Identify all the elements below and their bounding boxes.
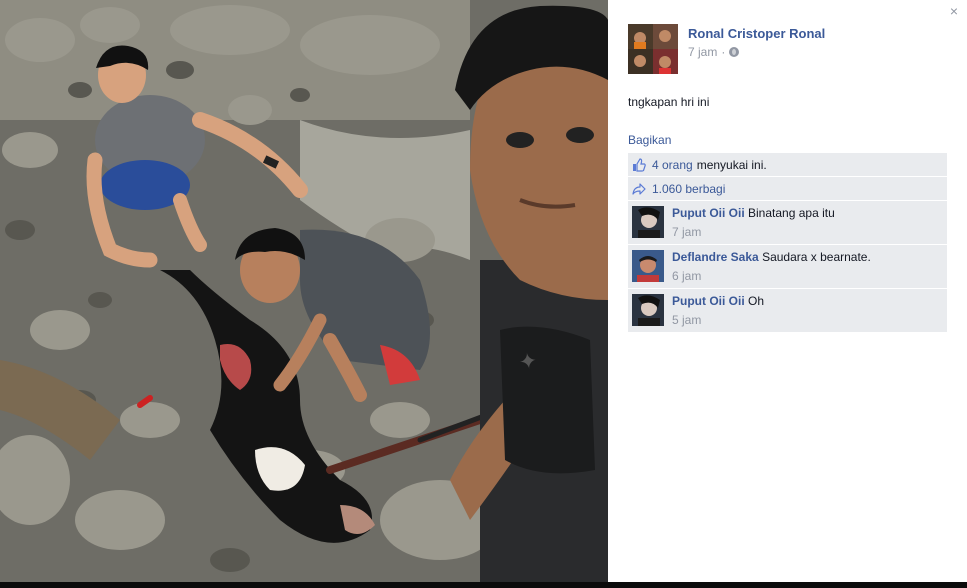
commenter-avatar[interactable]: [632, 294, 664, 326]
comment-text: Binatang apa itu: [748, 206, 835, 220]
photo-stage[interactable]: ✦: [0, 0, 608, 582]
comment-text: Saudara x bearnate.: [762, 250, 871, 264]
likes-count-link[interactable]: 4 orang: [652, 158, 693, 172]
comment-item: Puput Oii Oii Oh 5 jam: [628, 289, 947, 333]
share-button[interactable]: Bagikan: [628, 133, 671, 147]
author-avatar[interactable]: [628, 24, 678, 74]
post-time[interactable]: 7 jam: [688, 45, 717, 59]
comment-time[interactable]: 5 jam: [672, 313, 764, 327]
globe-icon[interactable]: [729, 47, 740, 57]
likes-row: 4 orang menyukai ini.: [628, 153, 947, 177]
shares-row: 1.060 berbagi: [628, 177, 947, 201]
svg-text:✦: ✦: [517, 349, 539, 376]
post-sidebar: × Ronal Cristoper Ronal 7 jam · tngkapan…: [608, 0, 967, 582]
author-avatar-image: [628, 24, 678, 74]
feedback-section: 4 orang menyukai ini. 1.060 berbagi Pupu…: [628, 153, 947, 333]
shares-count-link[interactable]: 1.060 berbagi: [652, 182, 725, 196]
share-arrow-icon: [632, 182, 646, 196]
comment-text: Oh: [748, 294, 765, 308]
comment-body: Deflandre Saka Saudara x bearnate. 6 jam: [672, 250, 871, 283]
author-meta: Ronal Cristoper Ronal 7 jam ·: [688, 26, 825, 74]
viewer-bottom-strip: [0, 582, 967, 588]
likes-suffix: menyukai ini.: [696, 157, 767, 172]
commenter-name[interactable]: Puput Oii Oii: [672, 294, 745, 308]
thumbs-up-icon: [632, 157, 646, 172]
comment-time[interactable]: 6 jam: [672, 269, 871, 283]
comment-item: Deflandre Saka Saudara x bearnate. 6 jam: [628, 245, 947, 289]
commenter-name[interactable]: Deflandre Saka: [672, 250, 759, 264]
post-caption: tngkapan hri ini: [628, 95, 710, 109]
author-name[interactable]: Ronal Cristoper Ronal: [688, 26, 825, 41]
comment-item: Puput Oii Oii Binatang apa itu 7 jam: [628, 201, 947, 245]
post-timestamp: 7 jam ·: [688, 45, 825, 59]
post-author: Ronal Cristoper Ronal 7 jam ·: [628, 24, 825, 74]
commenter-name[interactable]: Puput Oii Oii: [672, 206, 745, 220]
comment-body: Puput Oii Oii Binatang apa itu 7 jam: [672, 206, 835, 239]
post-photo: ✦: [0, 0, 608, 582]
commenter-avatar[interactable]: [632, 250, 664, 282]
close-icon[interactable]: ×: [947, 4, 961, 18]
comment-time[interactable]: 7 jam: [672, 225, 835, 239]
commenter-avatar[interactable]: [632, 206, 664, 238]
time-separator: ·: [721, 45, 726, 59]
comment-body: Puput Oii Oii Oh 5 jam: [672, 294, 764, 327]
